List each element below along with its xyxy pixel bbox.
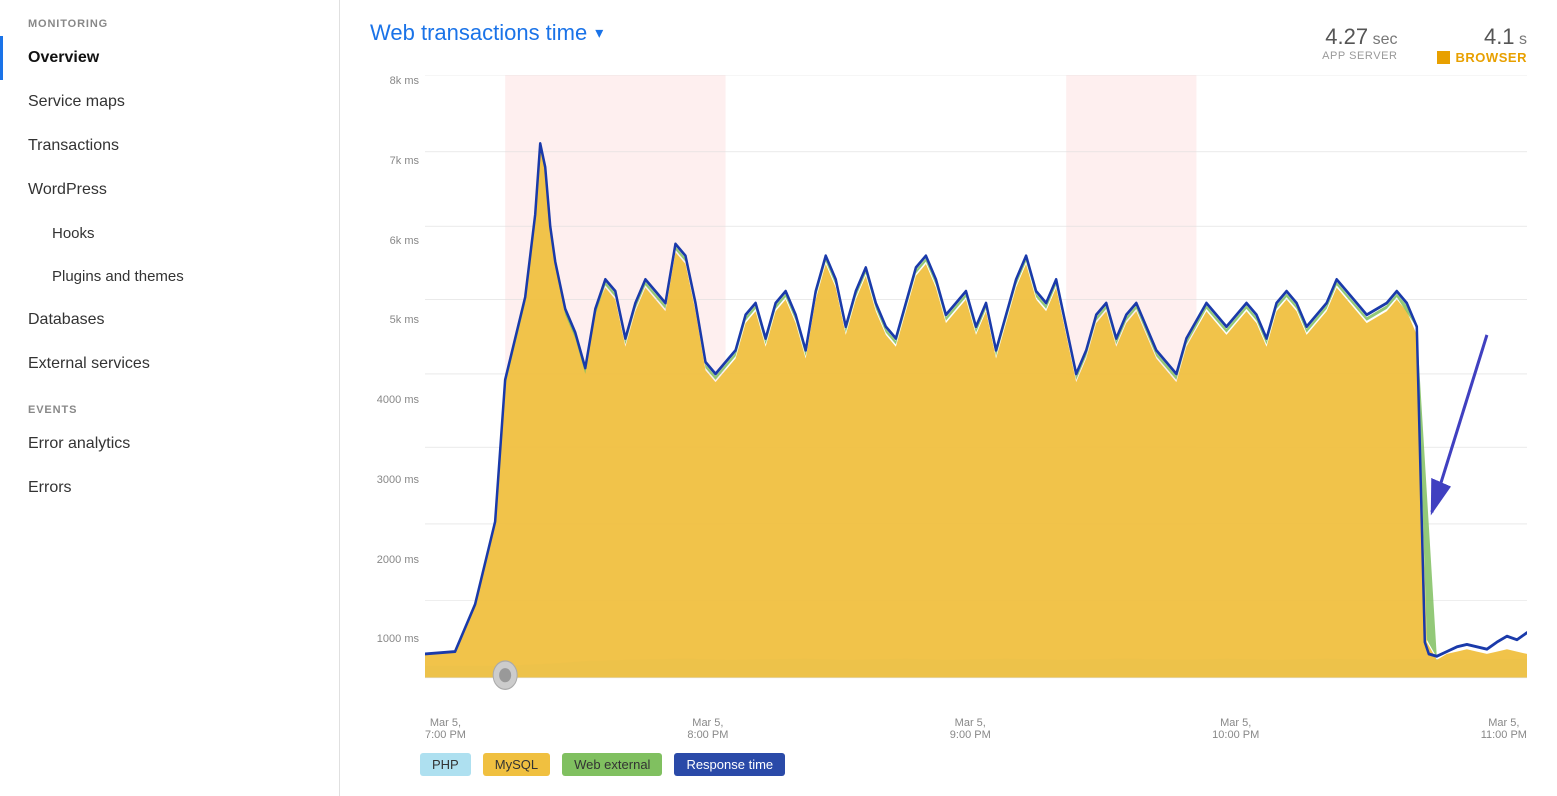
y-label-1000: 1000 ms [377,633,419,645]
sidebar-item-overview[interactable]: Overview [0,36,339,80]
browser-color-square [1437,51,1450,64]
y-label-4000: 4000 ms [377,394,419,406]
header-stats: 4.27 sec APP SERVER 4.1 s BROWSER [1322,20,1527,65]
sidebar-item-label: Service maps [28,93,125,111]
browser-label-text: BROWSER [1455,50,1527,65]
browser-value: 4.1 [1484,24,1515,49]
sidebar-item-error-analytics[interactable]: Error analytics [0,422,339,466]
sidebar-item-hooks[interactable]: Hooks [0,212,339,255]
sidebar-item-wordpress[interactable]: WordPress [0,168,339,212]
y-label-2000: 2000 ms [377,554,419,566]
chart-svg-wrapper: 8k ms 7k ms 6k ms 5k ms 4000 ms 3000 ms … [370,75,1527,741]
x-label-5: Mar 5,11:00 PM [1481,717,1527,741]
legend-webext-label: Web external [574,757,650,772]
app-server-label: APP SERVER [1322,50,1397,62]
chart-container: 8k ms 7k ms 6k ms 5k ms 4000 ms 3000 ms … [370,75,1527,776]
y-label-3000: 3000 ms [377,474,419,486]
x-label-4: Mar 5,10:00 PM [1212,717,1259,741]
sidebar-item-errors[interactable]: Errors [0,466,339,510]
chart-svg [425,75,1527,713]
header-row: Web transactions time ▾ 4.27 sec APP SER… [370,20,1527,65]
legend-response-label: Response time [686,757,773,772]
chart-legend: PHP MySQL Web external Response time [370,741,1527,776]
y-axis: 8k ms 7k ms 6k ms 5k ms 4000 ms 3000 ms … [370,75,425,713]
y-label-7k: 7k ms [390,155,419,167]
sidebar-item-transactions[interactable]: Transactions [0,124,339,168]
sidebar-item-service-maps[interactable]: Service maps [0,80,339,124]
sidebar-item-external-services[interactable]: External services [0,342,339,386]
events-section-label: EVENTS [0,386,339,422]
sidebar-item-label: Databases [28,311,105,329]
x-axis: Mar 5,7:00 PM Mar 5,8:00 PM Mar 5,9:00 P… [425,713,1527,741]
monitoring-section-label: MONITORING [0,0,339,36]
sidebar-item-label: Hooks [52,225,95,242]
legend-php: PHP [420,753,471,776]
x-label-2: Mar 5,8:00 PM [687,717,728,741]
chart-title[interactable]: Web transactions time ▾ [370,20,603,46]
y-label-8k: 8k ms [390,75,419,87]
browser-label: BROWSER [1437,50,1527,65]
y-label-5k: 5k ms [390,314,419,326]
x-label-1: Mar 5,7:00 PM [425,717,466,741]
app-server-stat: 4.27 sec APP SERVER [1322,24,1397,62]
sidebar-item-label: Errors [28,479,72,497]
sidebar-item-label: External services [28,355,150,373]
sidebar-item-plugins-themes[interactable]: Plugins and themes [0,255,339,298]
legend-php-label: PHP [432,757,459,772]
legend-mysql-label: MySQL [495,757,538,772]
chevron-down-icon[interactable]: ▾ [595,23,603,43]
legend-mysql: MySQL [483,753,550,776]
sidebar-item-databases[interactable]: Databases [0,298,339,342]
app-server-unit: sec [1373,31,1398,48]
sidebar-item-label: Plugins and themes [52,268,184,285]
browser-unit: s [1519,31,1527,48]
main-content: Web transactions time ▾ 4.27 sec APP SER… [340,0,1557,796]
x-label-3: Mar 5,9:00 PM [950,717,991,741]
sidebar-item-label: Overview [28,49,99,67]
y-label-6k: 6k ms [390,235,419,247]
legend-response-time: Response time [674,753,785,776]
browser-stat: 4.1 s BROWSER [1437,24,1527,65]
legend-web-external: Web external [562,753,662,776]
sidebar-item-label: Transactions [28,137,119,155]
sidebar-item-label: Error analytics [28,435,130,453]
sidebar-item-label: WordPress [28,181,107,199]
sidebar: MONITORING Overview Service maps Transac… [0,0,340,796]
app-server-value: 4.27 [1325,24,1368,49]
chart-title-text: Web transactions time [370,20,587,46]
